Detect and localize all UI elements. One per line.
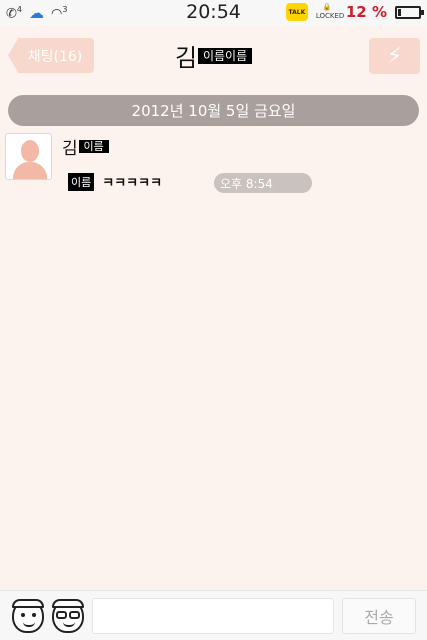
message-time: 오후 8:54 — [214, 173, 312, 193]
cap-shape — [12, 599, 44, 608]
hair-shape — [52, 599, 84, 608]
menu-button[interactable]: ⚡ — [369, 38, 420, 74]
avatar[interactable] — [5, 133, 52, 180]
lightning-icon: ⚡ — [386, 43, 403, 69]
message-input[interactable] — [92, 598, 334, 634]
lock-label: LOCKED — [315, 12, 345, 20]
chat-header: 채팅(16) 김 이름이름 ⚡ — [0, 26, 427, 86]
avatar-head — [21, 140, 39, 162]
chat-title-redacted: 이름이름 — [198, 47, 253, 64]
battery-percent: 12 % — [345, 3, 387, 21]
battery-fill — [398, 8, 401, 16]
mouth-shape — [63, 622, 75, 627]
kakaotalk-icon: TALK — [285, 3, 308, 21]
emoticon-glasses-icon[interactable] — [52, 599, 84, 633]
avatar-body — [13, 162, 47, 179]
chat-title: 김 이름이름 — [174, 38, 253, 73]
status-right-icons: TALK 🔒 LOCKED 12 % — [285, 3, 424, 21]
eye-right — [32, 613, 36, 617]
date-separator: 2012년 10월 5일 금요일 — [8, 95, 419, 126]
sender-name: 김 이름 — [62, 134, 109, 159]
message-text: ㅋㅋㅋㅋㅋ — [102, 176, 163, 191]
send-button[interactable]: 전송 — [342, 598, 416, 634]
lock-icon: 🔒 LOCKED — [315, 3, 345, 20]
chat-title-prefix: 김 — [174, 44, 198, 72]
composer-bar: 전송 — [0, 590, 427, 640]
sender-redacted: 이름 — [78, 140, 109, 153]
mouth-shape — [23, 622, 35, 627]
message-redacted: 이름 — [68, 172, 95, 191]
glasses-left — [56, 611, 67, 619]
eye-left — [21, 613, 25, 617]
battery-icon — [395, 5, 424, 19]
chat-title-wrap: 김 이름이름 — [0, 38, 427, 73]
status-bar: ✆4 ☁ ◠3 20:54 TALK 🔒 LOCKED 12 % — [0, 0, 427, 26]
message-bubble[interactable]: 이름 ㅋㅋㅋㅋㅋ — [68, 169, 162, 194]
emoticon-cap-icon[interactable] — [12, 599, 44, 633]
glasses-right — [69, 611, 80, 619]
sender-prefix: 김 — [62, 139, 78, 159]
